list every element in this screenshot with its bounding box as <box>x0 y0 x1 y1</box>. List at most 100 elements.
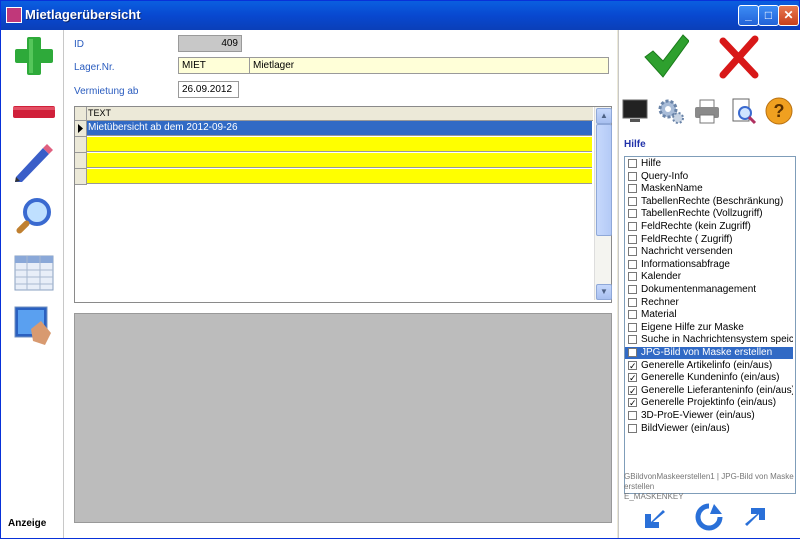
text-grid[interactable]: TEXT Mietübersicht ab dem 2012-09-26 ▲ ▼ <box>74 106 612 303</box>
checkbox[interactable] <box>628 285 637 294</box>
scroll-thumb[interactable] <box>596 124 612 236</box>
row-header[interactable] <box>75 169 87 185</box>
pencil-icon[interactable] <box>13 142 55 184</box>
help-question-icon[interactable]: ? <box>765 97 793 125</box>
cancel-x-icon[interactable] <box>717 35 761 79</box>
checkbox[interactable] <box>628 423 637 433</box>
checkbox[interactable] <box>628 310 637 320</box>
help-list-item-label: MaskenName <box>641 183 703 195</box>
table-icon[interactable] <box>13 252 55 294</box>
help-list-item-label: TabellenRechte (Beschränkung) <box>641 195 784 207</box>
help-list-item-label: TabellenRechte (Vollzugriff) <box>641 208 763 220</box>
help-list-item[interactable]: JPG-Bild von Maske erstellen <box>625 347 793 359</box>
help-list-item-label: Generelle Projektinfo (ein/aus) <box>641 397 777 409</box>
table-row[interactable] <box>87 137 592 152</box>
help-list-item[interactable]: ✓ Generelle Lieferanteninfo (ein/aus) <box>625 385 793 397</box>
help-list-item[interactable]: Nachricht versenden <box>625 246 793 258</box>
checkbox[interactable]: ✓ <box>628 385 637 395</box>
checkbox[interactable] <box>628 196 637 206</box>
scroll-up-icon[interactable]: ▲ <box>596 108 612 124</box>
table-row[interactable]: Mietübersicht ab dem 2012-09-26 <box>87 121 592 136</box>
row-header[interactable] <box>75 137 87 153</box>
title-bar[interactable]: Mietlagerübersicht _ □ ✕ <box>1 1 799 30</box>
lager-nr-field[interactable]: MIET <box>178 57 250 74</box>
checkbox[interactable] <box>628 209 637 219</box>
help-list-item[interactable]: Rechner <box>625 297 793 309</box>
checkbox[interactable]: ✓ <box>628 360 637 370</box>
help-list-item[interactable]: Material <box>625 309 793 321</box>
arrow-forward-icon[interactable] <box>741 504 769 532</box>
arrow-back-icon[interactable] <box>641 504 669 532</box>
help-list-item[interactable]: ✓ Generelle Kundeninfo (ein/aus) <box>625 372 793 384</box>
magnifier-icon[interactable] <box>13 196 55 238</box>
help-list-item[interactable]: Dokumentenmanagement <box>625 284 793 296</box>
checkbox[interactable]: ✓ <box>628 398 637 408</box>
column-header-text[interactable]: TEXT <box>88 108 111 118</box>
help-list-item[interactable]: Query-Info <box>625 171 793 183</box>
help-list-item-label: Suche in Nachrichtensystem speich <box>641 334 793 346</box>
maximize-icon[interactable]: □ <box>758 5 779 26</box>
monitor-icon[interactable] <box>621 97 649 125</box>
window-title: Mietlagerübersicht <box>25 7 141 22</box>
svg-text:?: ? <box>774 101 785 121</box>
scroll-down-icon[interactable]: ▼ <box>596 284 612 300</box>
help-section-label: Hilfe <box>624 139 646 150</box>
help-list-item[interactable]: ✓ Generelle Artikelinfo (ein/aus) <box>625 360 793 372</box>
checkbox[interactable] <box>628 348 637 357</box>
checkbox[interactable] <box>628 259 637 269</box>
screen-touch-icon[interactable] <box>13 305 55 347</box>
ok-check-icon[interactable] <box>641 33 690 81</box>
help-list-item[interactable]: Informationsabfrage <box>625 259 793 271</box>
help-list-item[interactable]: Kalender <box>625 271 793 283</box>
help-list-item-label: BildViewer (ein/aus) <box>641 422 730 434</box>
help-list-item[interactable]: BildViewer (ein/aus) <box>625 423 793 435</box>
help-list-item[interactable]: Suche in Nachrichtensystem speich <box>625 334 793 346</box>
checkbox[interactable] <box>628 272 637 282</box>
settings-gears-icon[interactable] <box>657 97 685 125</box>
help-list-item[interactable]: TabellenRechte (Vollzugriff) <box>625 208 793 220</box>
checkbox[interactable] <box>628 184 637 194</box>
help-list-item[interactable]: TabellenRechte (Beschränkung) <box>625 196 793 208</box>
refresh-icon[interactable] <box>694 502 724 532</box>
checkbox[interactable]: ✓ <box>628 373 637 383</box>
checkbox[interactable] <box>628 322 637 332</box>
vermietung-date-field[interactable]: 26.09.2012 <box>178 81 239 98</box>
remove-icon[interactable] <box>13 90 55 132</box>
checkbox[interactable] <box>628 247 637 257</box>
row-header[interactable] <box>75 153 87 169</box>
help-list-item-label: Eigene Hilfe zur Maske <box>641 321 744 333</box>
printer-icon[interactable] <box>693 97 721 125</box>
checkbox[interactable] <box>628 234 637 244</box>
help-list-item[interactable]: FeldRechte ( Zugriff) <box>625 234 793 246</box>
help-list-item[interactable]: FeldRechte (kein Zugriff) <box>625 221 793 233</box>
checkbox[interactable] <box>628 411 637 420</box>
search-document-icon[interactable] <box>729 97 757 125</box>
help-list-item[interactable]: 3D-ProE-Viewer (ein/aus) <box>625 410 793 422</box>
add-icon[interactable] <box>13 35 55 77</box>
checkbox[interactable] <box>628 159 637 168</box>
checkbox[interactable] <box>628 171 637 181</box>
help-list-item[interactable]: MaskenName <box>625 183 793 195</box>
minimize-icon[interactable]: _ <box>738 5 759 26</box>
close-icon[interactable]: ✕ <box>778 5 799 26</box>
app-icon <box>6 7 22 23</box>
table-row[interactable] <box>87 153 592 168</box>
help-list-item-label: Query-Info <box>641 170 689 182</box>
help-checkbox-list[interactable]: Hilfe Query-Info MaskenName TabellenRechte … <box>624 156 796 494</box>
checkbox[interactable] <box>628 335 637 345</box>
info-line-2: E_MASKENKEY <box>624 492 684 501</box>
help-list-item[interactable]: Hilfe <box>625 158 793 170</box>
help-list-item-label: JPG-Bild von Maske erstellen <box>641 347 773 358</box>
row-header[interactable] <box>75 121 87 137</box>
checkbox[interactable] <box>628 297 637 307</box>
checkbox[interactable] <box>628 222 637 231</box>
help-list-item[interactable]: Eigene Hilfe zur Maske <box>625 322 793 334</box>
help-list-item[interactable]: ✓ Generelle Projektinfo (ein/aus) <box>625 397 793 409</box>
right-panel: ? Hilfe Hilfe Query-Info MaskenName Tabelle… <box>618 30 800 538</box>
info-line-1: GBildvonMaskeerstellen1 | JPG-Bild von M… <box>624 472 794 491</box>
help-list-item-label: Hilfe <box>641 158 662 169</box>
grid-header: TEXT <box>75 107 593 121</box>
table-row[interactable] <box>87 169 592 184</box>
grid-scrollbar[interactable]: ▲ ▼ <box>594 107 612 300</box>
lager-name-field[interactable]: Mietlager <box>249 57 609 74</box>
